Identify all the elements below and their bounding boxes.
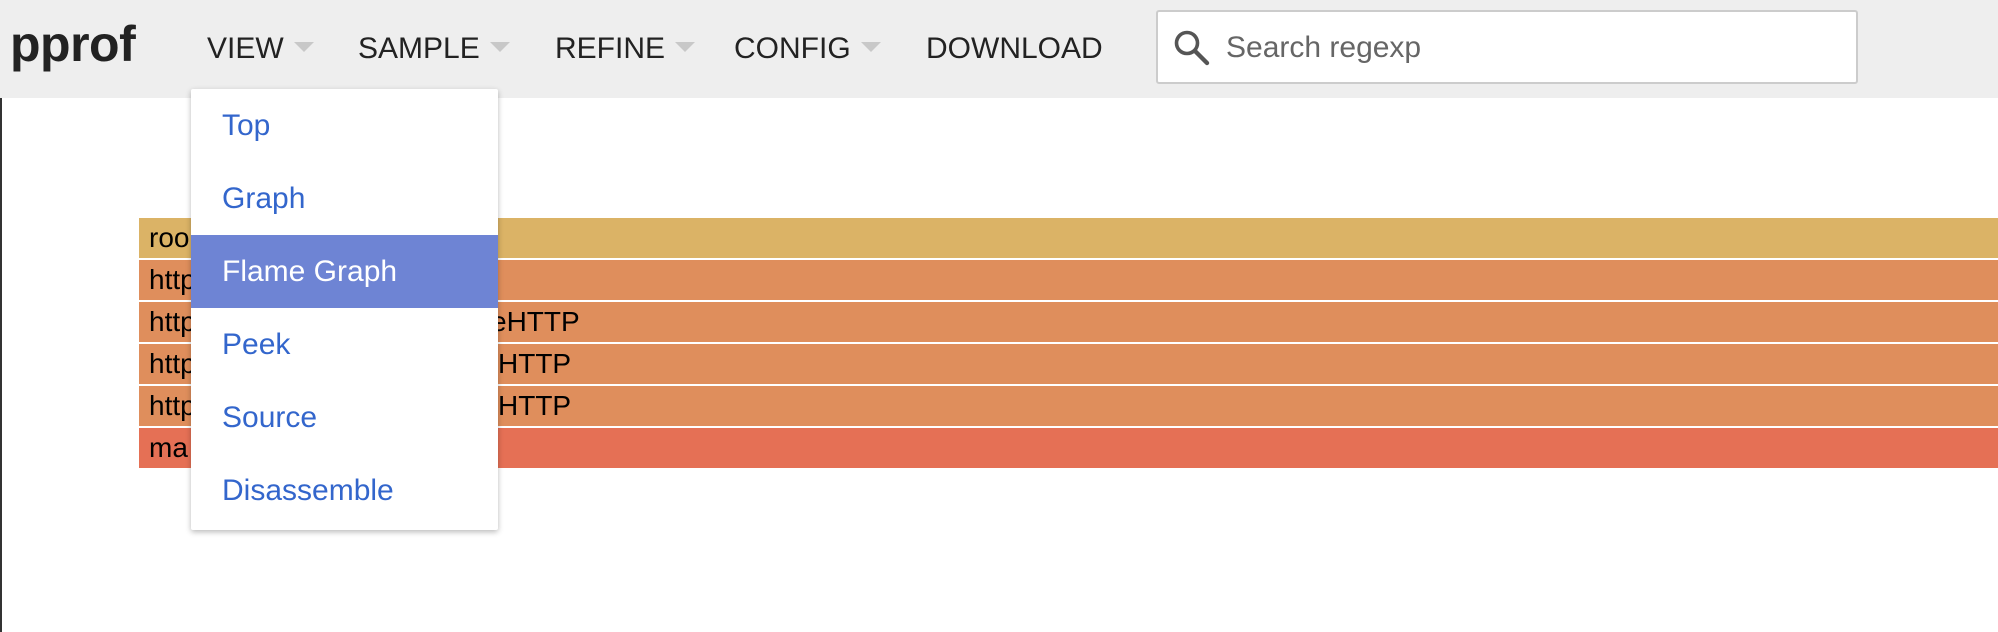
config-menu[interactable]: CONFIG: [734, 26, 881, 72]
flame-frame-label: http: [149, 348, 196, 379]
download-menu-label: DOWNLOAD: [926, 32, 1103, 65]
flame-frame-label-tail: eHTTP: [491, 306, 580, 337]
flame-frame-label: http: [149, 306, 196, 337]
app-logo: pprof: [10, 16, 136, 72]
view-dropdown-menu: Top Graph Flame Graph Peek Source Disass…: [191, 89, 498, 530]
sample-menu-label: SAMPLE: [358, 32, 480, 65]
flame-frame-label-tail: HTTP: [498, 348, 572, 379]
view-option-graph[interactable]: Graph: [191, 162, 498, 235]
view-option-source[interactable]: Source: [191, 381, 498, 454]
view-menu-label: VIEW: [207, 32, 284, 65]
search-input[interactable]: [1224, 18, 1848, 78]
refine-menu[interactable]: REFINE: [555, 26, 696, 72]
flame-frame-label: roo: [149, 222, 190, 253]
download-menu[interactable]: DOWNLOAD: [926, 26, 1103, 72]
config-menu-label: CONFIG: [734, 32, 851, 65]
search-box: [1156, 10, 1858, 84]
flame-frame-label-tail: HTTP: [498, 390, 572, 421]
refine-menu-label: REFINE: [555, 32, 666, 65]
sample-menu[interactable]: SAMPLE: [358, 26, 510, 72]
view-option-peek[interactable]: Peek: [191, 308, 498, 381]
window-edge: [0, 98, 2, 632]
top-toolbar: pprof VIEW SAMPLE REFINE CONFIG DOWNLOAD: [0, 0, 1998, 98]
flame-frame-label: http: [149, 264, 196, 295]
chevron-down-icon: [860, 42, 881, 53]
chevron-down-icon: [293, 42, 314, 53]
chevron-down-icon: [675, 42, 696, 53]
flame-frame-label: ma: [149, 432, 188, 463]
view-option-top[interactable]: Top: [191, 89, 498, 162]
view-option-flame-graph[interactable]: Flame Graph: [191, 235, 498, 308]
search-icon: [1174, 30, 1210, 66]
flame-frame-label: http: [149, 390, 196, 421]
chevron-down-icon: [489, 42, 510, 53]
view-menu[interactable]: VIEW: [207, 26, 314, 72]
view-option-disassemble[interactable]: Disassemble: [191, 454, 498, 527]
